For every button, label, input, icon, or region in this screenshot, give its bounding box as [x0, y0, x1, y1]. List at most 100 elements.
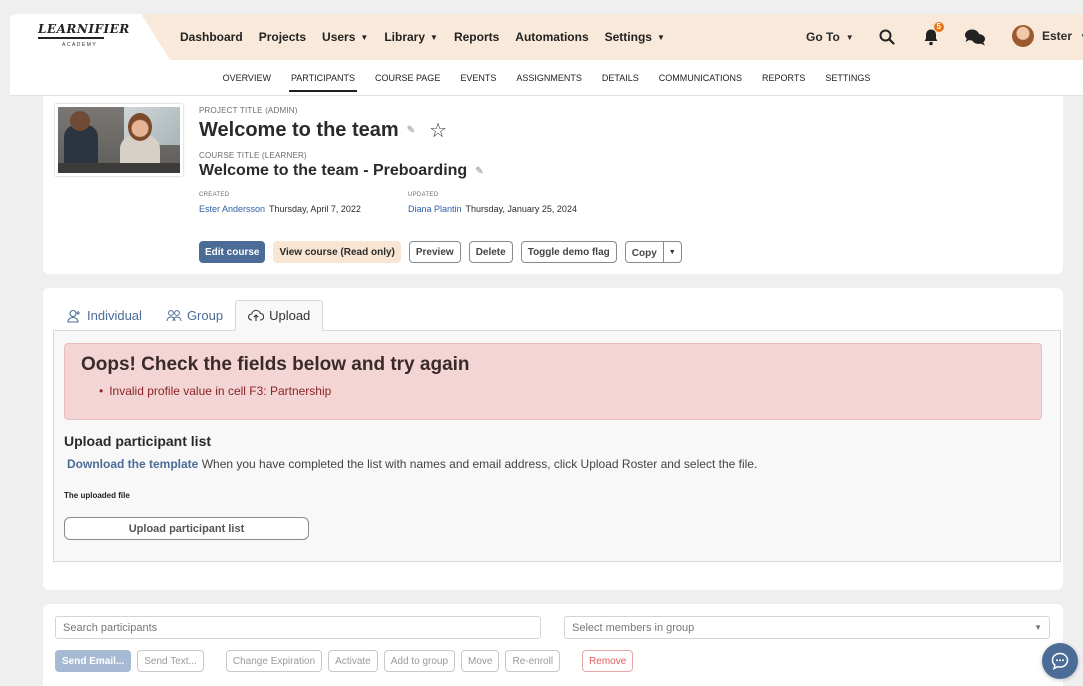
- course-title: Welcome to the team - Preboarding ✎: [199, 162, 484, 180]
- download-template-link[interactable]: Download the template: [67, 457, 198, 471]
- updated-label: UPDATED: [408, 192, 439, 198]
- main-nav: Dashboard Projects Users ▼ Library ▼ Repor…: [180, 14, 665, 60]
- edit-pencil-icon[interactable]: ✎: [475, 166, 483, 177]
- course-title-text: Welcome to the team - Preboarding: [199, 162, 468, 179]
- error-item: • Invalid profile value in cell F3: Part…: [99, 384, 331, 398]
- goto-dropdown[interactable]: Go To ▼: [806, 30, 854, 44]
- thumb-table: [58, 163, 180, 173]
- participant-actions: Send Email... Send Text... Change Expira…: [55, 650, 634, 672]
- tab-label: Upload: [269, 308, 311, 323]
- tab-label: EVENTS: [460, 72, 497, 83]
- tab-events[interactable]: EVENTS: [458, 60, 498, 96]
- tab-reports[interactable]: REPORTS: [760, 60, 807, 96]
- error-alert: Oops! Check the fields below and try aga…: [64, 343, 1042, 420]
- goto-label: Go To: [806, 30, 840, 44]
- caret-down-icon[interactable]: ▼: [662, 242, 681, 262]
- created-date: Thursday, April 7, 2022: [269, 204, 361, 214]
- upload-participant-list-button[interactable]: Upload participant list: [64, 517, 309, 540]
- view-course-button[interactable]: View course (Read only): [273, 241, 401, 263]
- search-button[interactable]: [876, 26, 898, 48]
- edit-course-button[interactable]: Edit course: [199, 241, 266, 263]
- tab-label: ASSIGNMENTS: [516, 72, 582, 83]
- tab-upload[interactable]: Upload: [235, 300, 324, 331]
- brand-logo[interactable]: LEARNIFIER ACADEMY: [38, 22, 148, 52]
- move-button[interactable]: Move: [461, 650, 500, 672]
- nav-library[interactable]: Library ▼: [384, 30, 438, 44]
- project-title-label: PROJECT TITLE (ADMIN): [199, 106, 298, 115]
- toggle-demo-flag-button[interactable]: Toggle demo flag: [520, 241, 617, 263]
- brand-sub: ACADEMY: [62, 42, 98, 48]
- nav-users[interactable]: Users ▼: [322, 30, 368, 44]
- updated-info: Diana Plantin Thursday, January 25, 2024: [408, 204, 577, 214]
- add-participants-card: Individual Group Upload Oops! Check the …: [43, 288, 1063, 590]
- remove-button[interactable]: Remove: [582, 650, 634, 672]
- tab-label: Individual: [87, 308, 142, 323]
- notifications-button[interactable]: 5: [920, 22, 944, 48]
- thumb-person-head: [128, 113, 152, 141]
- nav-label: Users: [322, 30, 356, 44]
- tab-label: PARTICIPANTS: [290, 72, 355, 83]
- nav-dashboard[interactable]: Dashboard: [180, 30, 243, 44]
- tab-assignments[interactable]: ASSIGNMENTS: [514, 60, 584, 96]
- project-subnav: OVERVIEW PARTICIPANTS COURSE PAGE EVENTS…: [10, 60, 1083, 96]
- nav-reports[interactable]: Reports: [454, 30, 499, 44]
- tab-group[interactable]: Group: [154, 300, 235, 331]
- tab-details[interactable]: DETAILS: [600, 60, 641, 96]
- uploaded-file-label: The uploaded file: [64, 491, 130, 500]
- nav-label: Library: [384, 30, 426, 44]
- group-members-select[interactable]: Select members in group ▼: [564, 616, 1050, 639]
- caret-down-icon: ▼: [656, 32, 665, 42]
- add-to-group-button[interactable]: Add to group: [383, 650, 456, 672]
- activate-button[interactable]: Activate: [328, 650, 378, 672]
- tab-settings[interactable]: SETTINGS: [823, 60, 872, 96]
- tab-communications[interactable]: COMMUNICATIONS: [657, 60, 744, 96]
- nav-projects[interactable]: Projects: [259, 30, 306, 44]
- tab-label: Group: [186, 308, 224, 323]
- messages-button[interactable]: [964, 26, 986, 48]
- nav-automations[interactable]: Automations: [515, 30, 588, 44]
- project-title: Welcome to the team ✎ ☆: [199, 118, 447, 143]
- nav-label: Dashboard: [180, 30, 243, 44]
- caret-down-icon: ▼: [360, 32, 369, 42]
- participants-card: Select members in group ▼ Send Email... …: [43, 604, 1063, 686]
- tab-label: SETTINGS: [825, 72, 871, 83]
- tab-participants[interactable]: PARTICIPANTS: [288, 60, 357, 96]
- change-expiration-button[interactable]: Change Expiration: [225, 650, 323, 672]
- course-title-label: COURSE TITLE (LEARNER): [199, 151, 307, 160]
- tab-individual[interactable]: Individual: [55, 300, 154, 331]
- chat-support-button[interactable]: [1042, 643, 1078, 679]
- created-by-link[interactable]: Ester Andersson: [199, 204, 265, 214]
- user-name: Ester: [1042, 29, 1073, 43]
- brand-name: LEARNIFIER: [38, 22, 130, 36]
- caret-down-icon: ▼: [845, 32, 854, 42]
- project-header-card: PROJECT TITLE (ADMIN) Welcome to the tea…: [43, 96, 1063, 274]
- nav-settings[interactable]: Settings ▼: [605, 30, 665, 44]
- edit-pencil-icon[interactable]: ✎: [407, 125, 415, 136]
- delete-button[interactable]: Delete: [468, 241, 513, 263]
- re-enroll-button[interactable]: Re-enroll: [505, 650, 561, 672]
- created-info: Ester Andersson Thursday, April 7, 2022: [199, 204, 361, 214]
- search-icon: [879, 29, 895, 45]
- search-participants-input[interactable]: [55, 616, 541, 639]
- project-actions: Edit course View course (Read only) Prev…: [199, 241, 682, 263]
- project-title-text: Welcome to the team: [199, 119, 399, 141]
- group-icon: [166, 309, 182, 321]
- send-text-button[interactable]: Send Text...: [137, 650, 204, 672]
- send-email-button[interactable]: Send Email...: [55, 650, 132, 672]
- updated-by-link[interactable]: Diana Plantin: [408, 204, 462, 214]
- preview-button[interactable]: Preview: [408, 241, 461, 263]
- error-title: Oops! Check the fields below and try aga…: [81, 354, 470, 375]
- upload-panel: Oops! Check the fields below and try aga…: [53, 330, 1061, 562]
- chat-icon: [1051, 652, 1069, 670]
- tab-course-page[interactable]: COURSE PAGE: [373, 60, 442, 96]
- tab-overview[interactable]: OVERVIEW: [221, 60, 273, 96]
- cloud-upload-icon: [248, 309, 265, 321]
- add-participants-tabs: Individual Group Upload: [55, 300, 324, 331]
- updated-date: Thursday, January 25, 2024: [465, 204, 577, 214]
- star-icon[interactable]: ☆: [429, 118, 447, 143]
- caret-down-icon: ▼: [430, 32, 438, 42]
- user-menu[interactable]: Ester ▼: [1012, 25, 1083, 47]
- course-thumbnail: [55, 104, 183, 176]
- copy-button[interactable]: Copy: [626, 242, 663, 264]
- upload-section-title: Upload participant list: [64, 433, 212, 449]
